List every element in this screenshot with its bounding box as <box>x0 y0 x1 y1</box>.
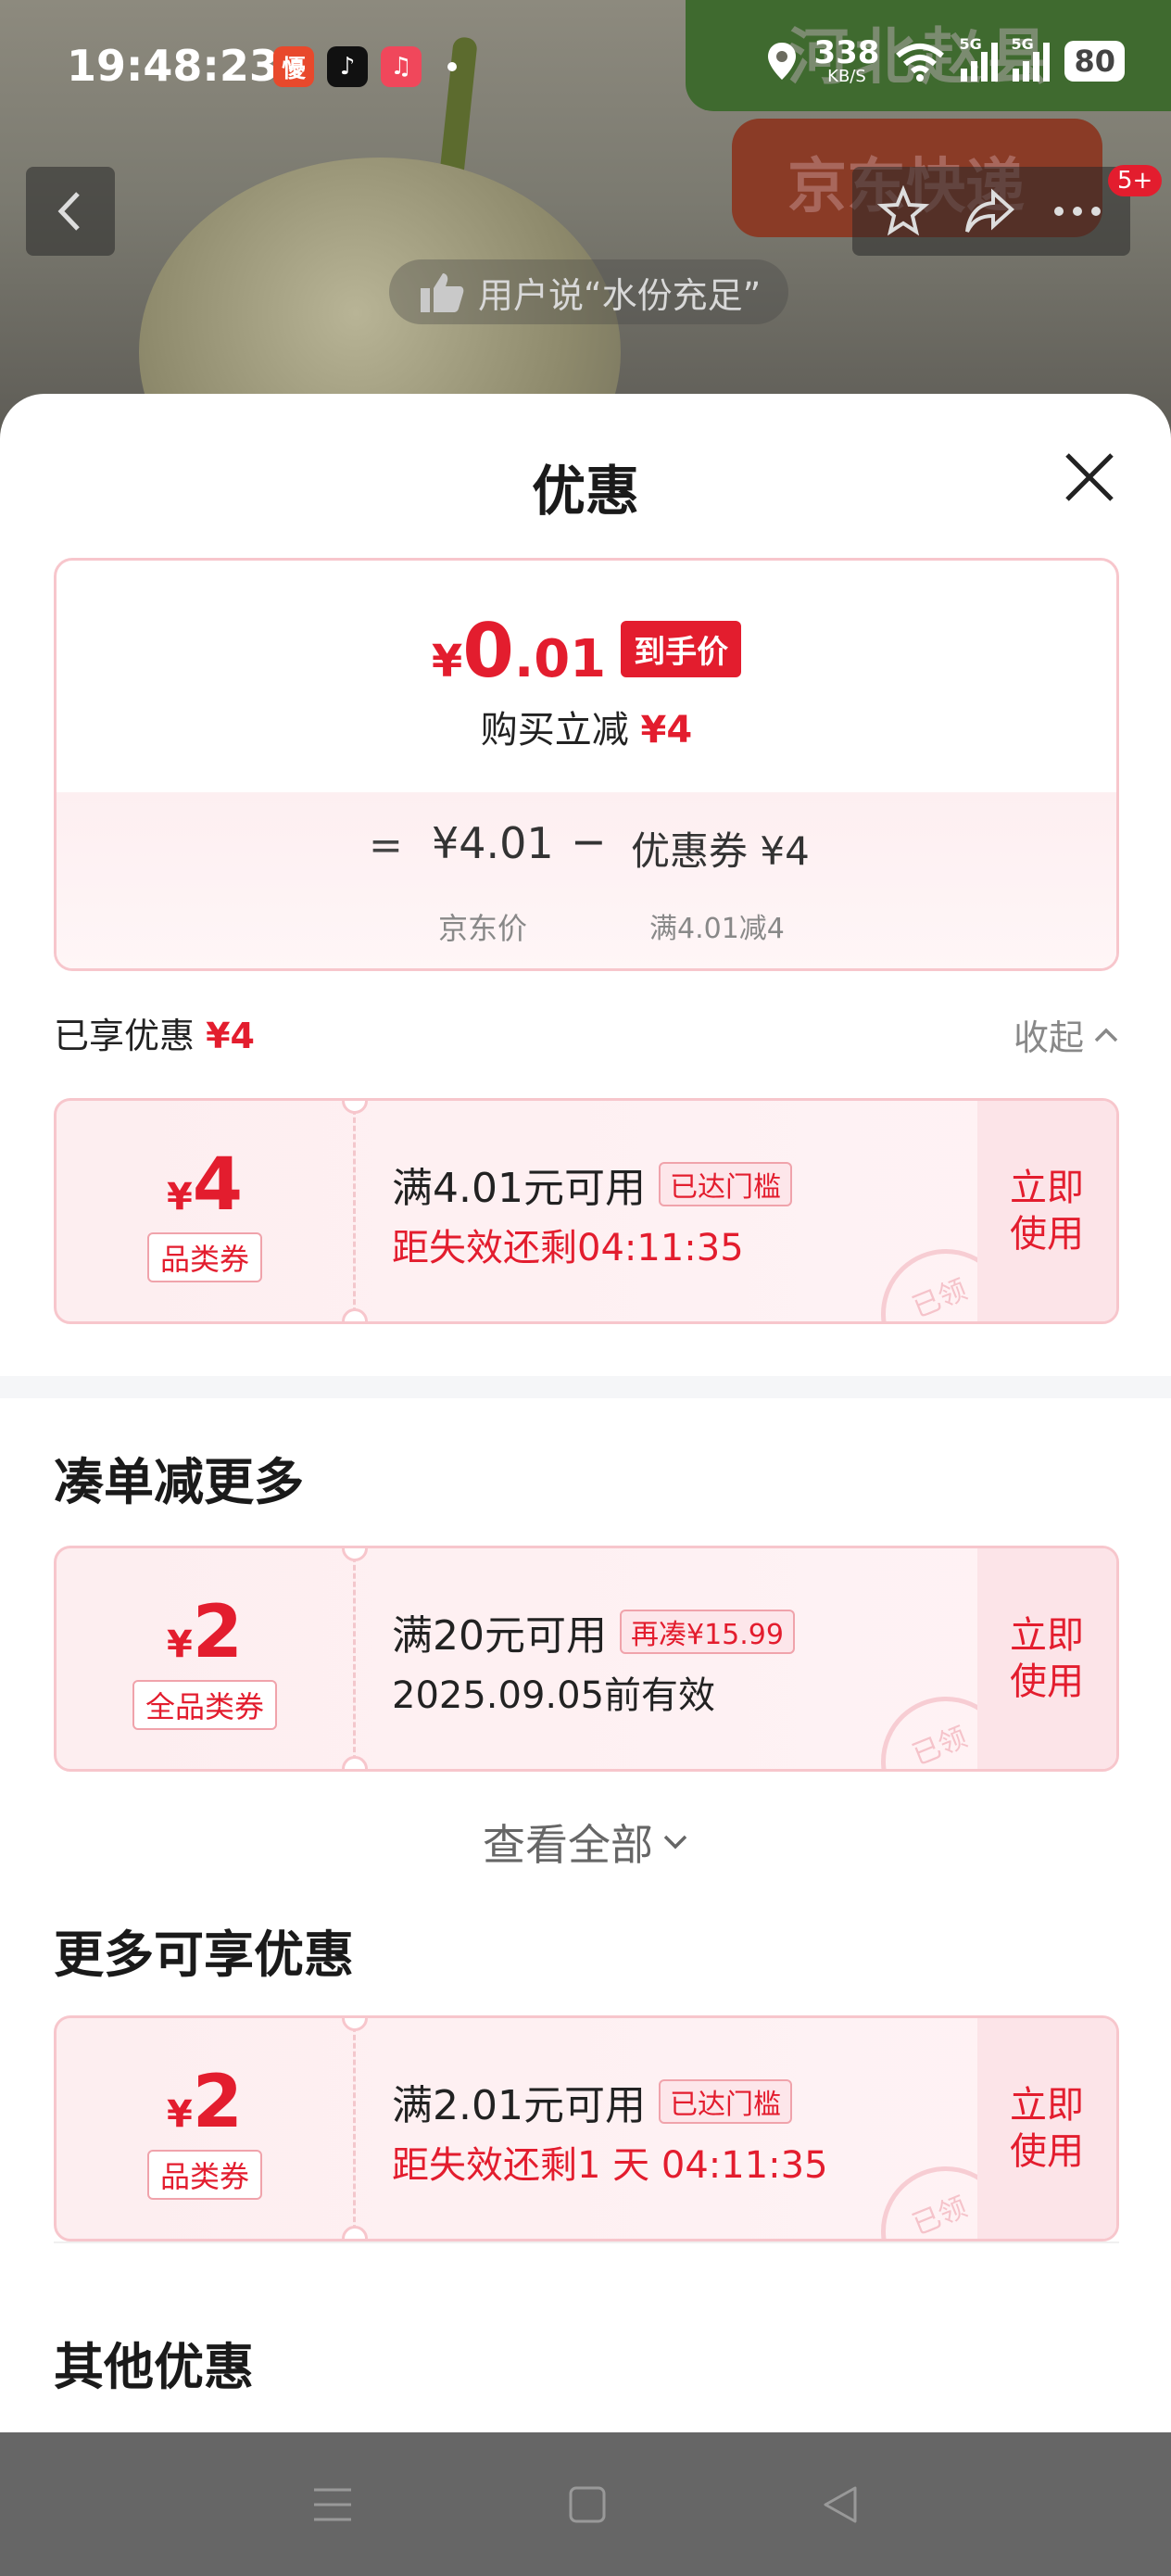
coupon-card: ¥2 品类券 满2.01元可用 已达门槛 距失效还剩1 天 04:11:35 已领… <box>54 2015 1119 2241</box>
coupon-countdown: 距失效还剩04:11:35 <box>392 1227 744 1269</box>
message-badge: 5+ <box>1108 165 1163 196</box>
back-triangle-icon[interactable] <box>820 2484 861 2525</box>
share-icon[interactable] <box>962 185 1017 237</box>
more-notifications-dot <box>447 62 457 71</box>
use-now-button[interactable]: 立即使用 <box>977 1101 1116 1321</box>
coupon-card: ¥4 品类券 满4.01元可用 已达门槛 距失效还剩04:11:35 已领 立即使… <box>54 1098 1119 1324</box>
jd-price: ¥4.01 <box>432 818 554 868</box>
coupon-card: ¥2 全品类券 满20元可用 再凑¥15.99 2025.09.05前有效 已领 … <box>54 1546 1119 1772</box>
discount-sheet: 优惠 ¥0.01 到手价 购买立减 ¥4 = ¥4.01 − 优惠券 ¥4 京东… <box>0 394 1171 2432</box>
chevron-up-icon <box>1094 1028 1118 1042</box>
back-button[interactable] <box>26 167 115 256</box>
coupon-kind: 全品类券 <box>132 1680 277 1730</box>
close-icon[interactable] <box>1062 449 1117 505</box>
star-icon[interactable] <box>877 185 930 237</box>
coupon-countdown: 距失效还剩1 天 04:11:35 <box>392 2144 828 2187</box>
coupon-condition: 满4.01元可用 <box>392 1165 646 1212</box>
coupon-flag: 已达门槛 <box>658 2079 792 2124</box>
review-highlight: 用户说“水份充足” <box>389 259 789 324</box>
section-divider <box>0 1376 1171 1398</box>
chevron-left-icon <box>57 192 80 231</box>
more-icon[interactable] <box>1050 202 1105 221</box>
section-title-other: 其他优惠 <box>54 2338 254 2396</box>
coupon-condition: 满20元可用 <box>392 1612 607 1660</box>
location-icon <box>768 43 797 80</box>
coupon-flag: 再凑¥15.99 <box>620 1610 795 1654</box>
final-price-tag: 到手价 <box>621 621 742 677</box>
jd-price-caption: 京东价 <box>438 911 528 946</box>
system-nav-bar <box>0 2432 1171 2576</box>
section-title-more: 凑单减更多 <box>54 1453 304 1511</box>
thumbs-up-icon <box>421 273 464 312</box>
use-now-button[interactable]: 立即使用 <box>977 2018 1116 2239</box>
status-bar: 19:48:23 懮 ♪ ♫ 338 KB/S 5G 5G 80 <box>0 0 1171 130</box>
coupon-condition: 满2.01元可用 <box>392 2082 646 2129</box>
coupon-validity: 2025.09.05前有效 <box>392 1674 716 1717</box>
status-time: 19:48:23 <box>67 41 279 91</box>
use-now-button[interactable]: 立即使用 <box>977 1548 1116 1769</box>
coupon-kind: 品类券 <box>146 2150 262 2200</box>
tiktok-app-icon: ♪ <box>327 46 368 87</box>
collapse-button[interactable]: 收起 <box>1014 1009 1119 1060</box>
net-speed: 338 KB/S <box>813 34 880 86</box>
section-title-available: 更多可享优惠 <box>54 1926 354 1984</box>
coupon-deduction: 优惠券 ¥4 <box>631 828 810 874</box>
enjoyed-discount: 已享优惠 ¥4 <box>54 1016 255 1056</box>
coupon-caption: 满4.01减4 <box>649 913 785 945</box>
status-right: 338 KB/S 5G 5G 80 <box>765 34 1125 86</box>
price-summary: ¥0.01 到手价 购买立减 ¥4 = ¥4.01 − 优惠券 ¥4 京东价 满… <box>54 558 1119 971</box>
sheet-title: 优惠 <box>531 460 639 523</box>
price-breakdown: = ¥4.01 − 优惠券 ¥4 京东价 满4.01减4 <box>57 792 1116 968</box>
home-icon[interactable] <box>567 2484 608 2525</box>
notification-icons: 懮 ♪ ♫ <box>273 46 457 87</box>
chevron-down-icon <box>663 1835 687 1850</box>
menu-icon[interactable] <box>310 2484 355 2525</box>
battery-icon: 80 <box>1064 41 1125 82</box>
xiaohongshu-app-icon: 懮 <box>273 46 314 87</box>
final-price: ¥0.01 到手价 <box>57 614 1116 688</box>
wifi-icon <box>896 44 945 82</box>
instant-reduction: 购买立减 ¥4 <box>480 709 693 751</box>
divider <box>54 2241 1119 2243</box>
signal-icon-2: 5G <box>1011 35 1051 82</box>
signal-icon-1: 5G <box>959 35 999 82</box>
view-all-button[interactable]: 查看全部 <box>0 1812 1171 1873</box>
top-actions <box>852 167 1130 256</box>
coupon-kind: 品类券 <box>146 1232 262 1282</box>
music-app-icon: ♫ <box>381 46 422 87</box>
coupon-flag: 已达门槛 <box>658 1162 792 1206</box>
